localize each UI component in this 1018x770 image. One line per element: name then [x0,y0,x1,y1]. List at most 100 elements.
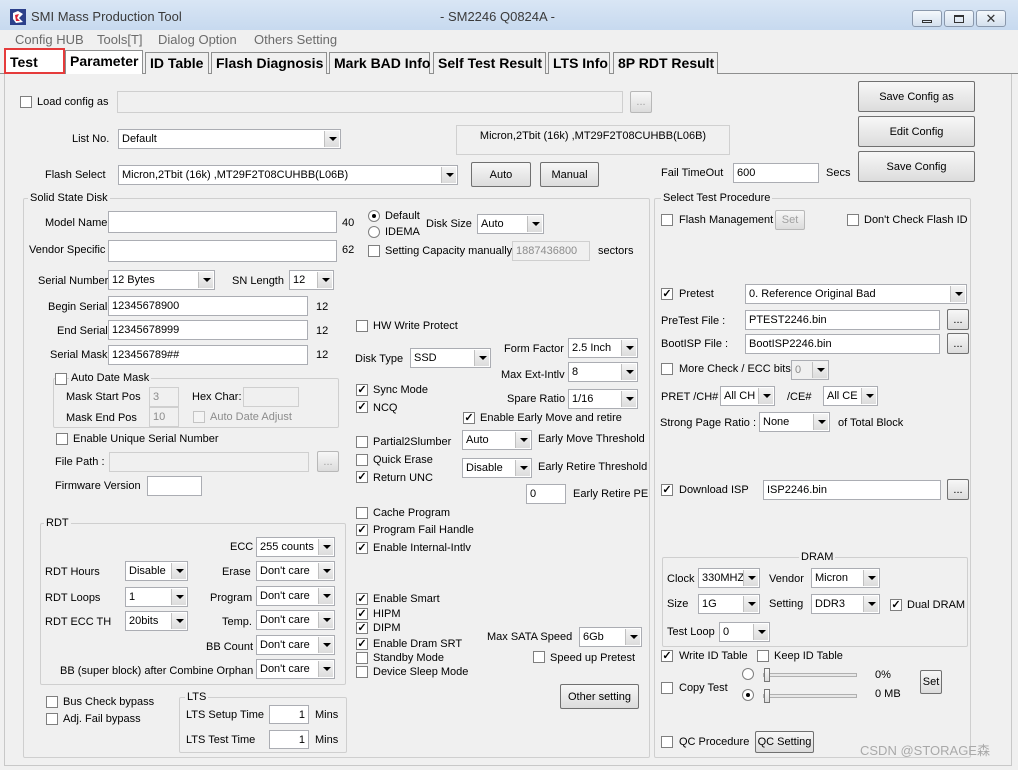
serial-number-select[interactable]: 12 Bytes [108,270,215,290]
tab-lts-info[interactable]: LTS Info [548,52,610,74]
mb-slider-track[interactable] [763,694,857,698]
mask-end-field[interactable]: 10 [149,407,179,427]
tab-id-table[interactable]: ID Table [145,52,209,74]
setting-select[interactable]: DDR3 [811,594,880,614]
standby-mode-checkbox[interactable] [356,652,368,664]
bootisp-file-field[interactable]: BootISP2246.bin [745,334,940,354]
firmware-version-field[interactable] [147,476,202,496]
other-setting-button[interactable]: Other setting [560,684,639,709]
tab-self-test-result[interactable]: Self Test Result [433,52,546,74]
model-name-field[interactable] [108,211,337,233]
rdt-ecc-th-select[interactable]: 20bits [125,611,188,631]
early-move-threshold-select[interactable]: Auto [462,430,532,450]
file-path-field[interactable] [109,452,309,472]
menu-dialog-option[interactable]: Dialog Option [158,32,237,47]
end-serial-field[interactable]: 12345678999 [108,320,308,340]
auto-date-adjust-checkbox[interactable] [193,411,205,423]
pret-ch-select[interactable]: All CH [720,386,775,406]
hw-write-protect-checkbox[interactable] [356,320,368,332]
vendor-specific-field[interactable] [108,240,337,262]
menu-config-hub[interactable]: Config HUB [15,32,84,47]
copy-test-checkbox[interactable] [661,682,673,694]
capacity-field[interactable]: 1887436800 [512,241,590,261]
adj-fail-checkbox[interactable] [46,713,58,725]
auto-date-mask-checkbox[interactable] [55,373,67,385]
idema-radio[interactable] [368,226,380,238]
flash-select[interactable]: Micron,2Tbit (16k) ,MT29F2T08CUHBB(L06B) [118,165,458,185]
pretest-select[interactable]: 0. Reference Original Bad [745,284,967,304]
rdt-hours-select[interactable]: Disable [125,561,188,581]
max-ext-intlv-select[interactable]: 8 [568,362,638,382]
isp-file-browse-button[interactable]: ... [947,479,969,500]
return-unc-checkbox[interactable]: ✓ [356,471,368,483]
program-fail-checkbox[interactable]: ✓ [356,524,368,536]
auto-button[interactable]: Auto [471,162,531,187]
size-select[interactable]: 1G [698,594,760,614]
tab-mark-bad-info[interactable]: Mark BAD Info [329,52,430,74]
spare-ratio-select[interactable]: 1/16 [568,389,638,409]
ecc-select[interactable]: 255 counts [256,537,335,557]
vendor-select[interactable]: Micron [811,568,880,588]
sn-length-select[interactable]: 12 [289,270,334,290]
keep-id-table-checkbox[interactable] [757,650,769,662]
device-sleep-checkbox[interactable] [356,666,368,678]
maximize-button[interactable] [944,10,974,27]
list-no-select[interactable]: Default [118,129,341,149]
qc-procedure-checkbox[interactable] [661,736,673,748]
flash-management-checkbox[interactable] [661,214,673,226]
mask-start-field[interactable]: 3 [149,387,179,407]
default-radio[interactable] [368,210,380,222]
early-retire-pe-field[interactable]: 0 [526,484,566,504]
close-button[interactable]: ✕ [976,10,1006,27]
bb-super-select[interactable]: Don't care [256,659,335,679]
more-check-select[interactable]: 0 [791,360,829,380]
clock-select[interactable]: 330MHZ [698,568,760,588]
menu-others-setting[interactable]: Others Setting [254,32,337,47]
hipm-checkbox[interactable]: ✓ [356,608,368,620]
manual-button[interactable]: Manual [540,162,599,187]
download-isp-checkbox[interactable]: ✓ [661,484,673,496]
disk-size-select[interactable]: Auto [477,214,544,234]
lts-test-field[interactable]: 1 [269,730,309,749]
file-path-browse-button[interactable]: ... [317,451,339,472]
quick-erase-checkbox[interactable] [356,454,368,466]
ncq-checkbox[interactable]: ✓ [356,401,368,413]
dual-dram-checkbox[interactable]: ✓ [890,599,902,611]
bus-check-checkbox[interactable] [46,696,58,708]
tab-flash-diagnosis[interactable]: Flash Diagnosis [211,52,327,74]
copy-test-radio-percent[interactable] [742,668,754,680]
copy-test-set-button[interactable]: Set [920,670,942,694]
qc-setting-button[interactable]: QC Setting [755,731,814,753]
early-retire-threshold-select[interactable]: Disable [462,458,532,478]
bootisp-file-browse-button[interactable]: ... [947,333,969,354]
unique-serial-checkbox[interactable] [56,433,68,445]
load-config-checkbox[interactable] [20,96,32,108]
tab-parameter[interactable]: Parameter [65,50,143,74]
erase-select[interactable]: Don't care [256,561,335,581]
enable-dram-srt-checkbox[interactable]: ✓ [356,638,368,650]
temp-select[interactable]: Don't care [256,610,335,630]
write-id-table-checkbox[interactable]: ✓ [661,650,673,662]
edit-config-button[interactable]: Edit Config [858,116,975,147]
hex-char-field[interactable] [243,387,299,407]
speed-up-pretest-checkbox[interactable] [533,651,545,663]
disk-type-select[interactable]: SSD [410,348,491,368]
menu-tools[interactable]: Tools[T] [97,32,143,47]
partial2slumber-checkbox[interactable] [356,436,368,448]
mb-slider-thumb[interactable] [764,689,770,703]
dont-check-flash-checkbox[interactable] [847,214,859,226]
isp-file-field[interactable]: ISP2246.bin [763,480,941,500]
minimize-button[interactable] [912,10,942,27]
percent-slider-track[interactable] [763,673,857,677]
pretest-file-field[interactable]: PTEST2246.bin [745,310,940,330]
cache-program-checkbox[interactable] [356,507,368,519]
dipm-checkbox[interactable]: ✓ [356,622,368,634]
save-config-as-button[interactable]: Save Config as [858,81,975,112]
enable-internal-checkbox[interactable]: ✓ [356,542,368,554]
max-sata-speed-select[interactable]: 6Gb [579,627,642,647]
tab-8p-rdt-result[interactable]: 8P RDT Result [613,52,718,74]
bb-count-select[interactable]: Don't care [256,635,335,655]
copy-test-radio-mb[interactable] [742,689,754,701]
pretest-file-browse-button[interactable]: ... [947,309,969,330]
sync-mode-checkbox[interactable]: ✓ [356,384,368,396]
